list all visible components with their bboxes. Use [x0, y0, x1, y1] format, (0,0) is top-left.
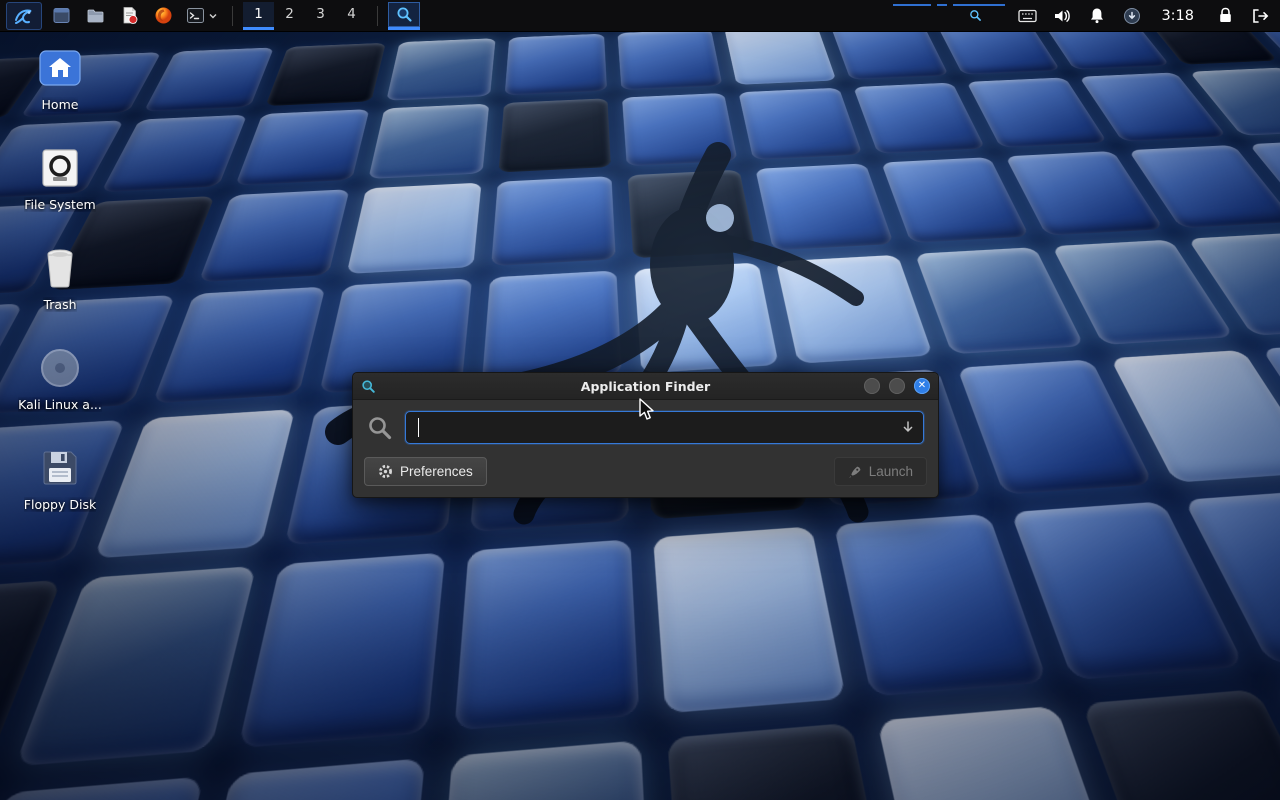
workspace-2-label: 2	[285, 6, 294, 22]
dialog-title: Application Finder	[353, 379, 938, 394]
panel-separator	[232, 6, 233, 26]
workspace-3-label: 3	[316, 6, 325, 22]
home-folder-icon	[36, 46, 84, 90]
desktop-icon-label: Floppy Disk	[24, 497, 96, 512]
application-finder-dialog: Application Finder ✕ Preferences	[352, 372, 939, 498]
window-controls: ✕	[864, 378, 930, 394]
workspace-1-label: 1	[254, 6, 263, 22]
desktop-icon-floppy-disk[interactable]: Floppy Disk	[14, 446, 106, 512]
chevron-down-icon	[208, 11, 218, 21]
close-button[interactable]: ✕	[914, 378, 930, 394]
launcher-app-window[interactable]	[46, 2, 76, 30]
maximize-button[interactable]	[889, 378, 905, 394]
terminal-icon	[186, 6, 205, 25]
window-button-mark	[937, 4, 947, 6]
top-panel: 1 2 3 4	[0, 0, 1280, 32]
clock[interactable]: 3:18	[1161, 8, 1194, 24]
text-editor-icon	[120, 6, 139, 25]
gear-icon	[378, 464, 393, 479]
status-orb-icon[interactable]	[1122, 6, 1142, 26]
floppy-disk-icon	[36, 446, 84, 490]
magnifier-icon	[396, 6, 413, 23]
dialog-titlebar[interactable]: Application Finder ✕	[353, 373, 938, 400]
close-icon: ✕	[918, 381, 926, 391]
text-caret	[418, 418, 419, 437]
firefox-icon	[154, 6, 173, 25]
dialog-magnifier-icon	[361, 379, 376, 394]
desktop-icon-home[interactable]: Home	[14, 46, 106, 112]
logout-icon[interactable]	[1250, 6, 1270, 26]
volume-icon[interactable]	[1052, 6, 1072, 26]
kali-logo-icon	[13, 5, 35, 27]
dropdown-arrow-icon[interactable]	[901, 420, 915, 434]
desktop-icon-label: Home	[42, 97, 79, 112]
workspace-4-label: 4	[347, 6, 356, 22]
search-row	[353, 400, 938, 452]
file-system-drive-icon	[36, 146, 84, 190]
launch-label: Launch	[869, 464, 913, 479]
file-manager-icon	[86, 6, 105, 25]
application-finder-launcher[interactable]	[388, 2, 420, 30]
desktop-icon-trash[interactable]: Trash	[14, 246, 106, 312]
launcher-text-editor[interactable]	[114, 2, 144, 30]
system-tray: 3:18	[1017, 6, 1270, 26]
app-window-icon	[52, 6, 71, 25]
launcher-file-manager[interactable]	[80, 2, 110, 30]
workspace-switcher: 1 2 3 4	[243, 2, 367, 30]
magnifier-icon	[969, 9, 982, 22]
desktop-icon-label: Kali Linux a...	[18, 397, 102, 412]
preferences-label: Preferences	[400, 464, 473, 479]
desktop-icon-label: File System	[24, 197, 96, 212]
workspace-3[interactable]: 3	[305, 2, 336, 30]
workspace-4[interactable]: 4	[336, 2, 367, 30]
search-input-wrap	[405, 411, 924, 444]
desktop-icon-file-system[interactable]: File System	[14, 146, 106, 212]
window-button-application-finder[interactable]	[893, 3, 1005, 29]
workspace-1[interactable]: 1	[243, 2, 274, 30]
search-input[interactable]	[405, 411, 924, 444]
launcher-firefox[interactable]	[148, 2, 178, 30]
launch-button[interactable]: Launch	[834, 457, 927, 486]
window-button-mark	[953, 4, 1005, 6]
desktop-icon-kali-linux[interactable]: Kali Linux a...	[14, 346, 106, 412]
launch-icon	[848, 465, 862, 479]
keyboard-icon[interactable]	[1017, 6, 1037, 26]
dialog-actions: Preferences Launch	[353, 452, 938, 497]
notifications-bell-icon[interactable]	[1087, 6, 1107, 26]
panel-separator	[377, 6, 378, 26]
trash-can-icon	[36, 246, 84, 290]
window-button-mark	[893, 4, 931, 6]
launcher-terminal[interactable]	[182, 2, 222, 30]
desktop-icon-label: Trash	[43, 297, 76, 312]
search-icon	[367, 415, 393, 441]
workspace-2[interactable]: 2	[274, 2, 305, 30]
applications-menu-button[interactable]	[6, 2, 42, 30]
kali-disc-icon	[36, 346, 84, 390]
preferences-button[interactable]: Preferences	[364, 457, 487, 486]
lock-icon[interactable]	[1215, 6, 1235, 26]
desktop-icon-list: Home File System Trash	[14, 46, 106, 512]
minimize-button[interactable]	[864, 378, 880, 394]
